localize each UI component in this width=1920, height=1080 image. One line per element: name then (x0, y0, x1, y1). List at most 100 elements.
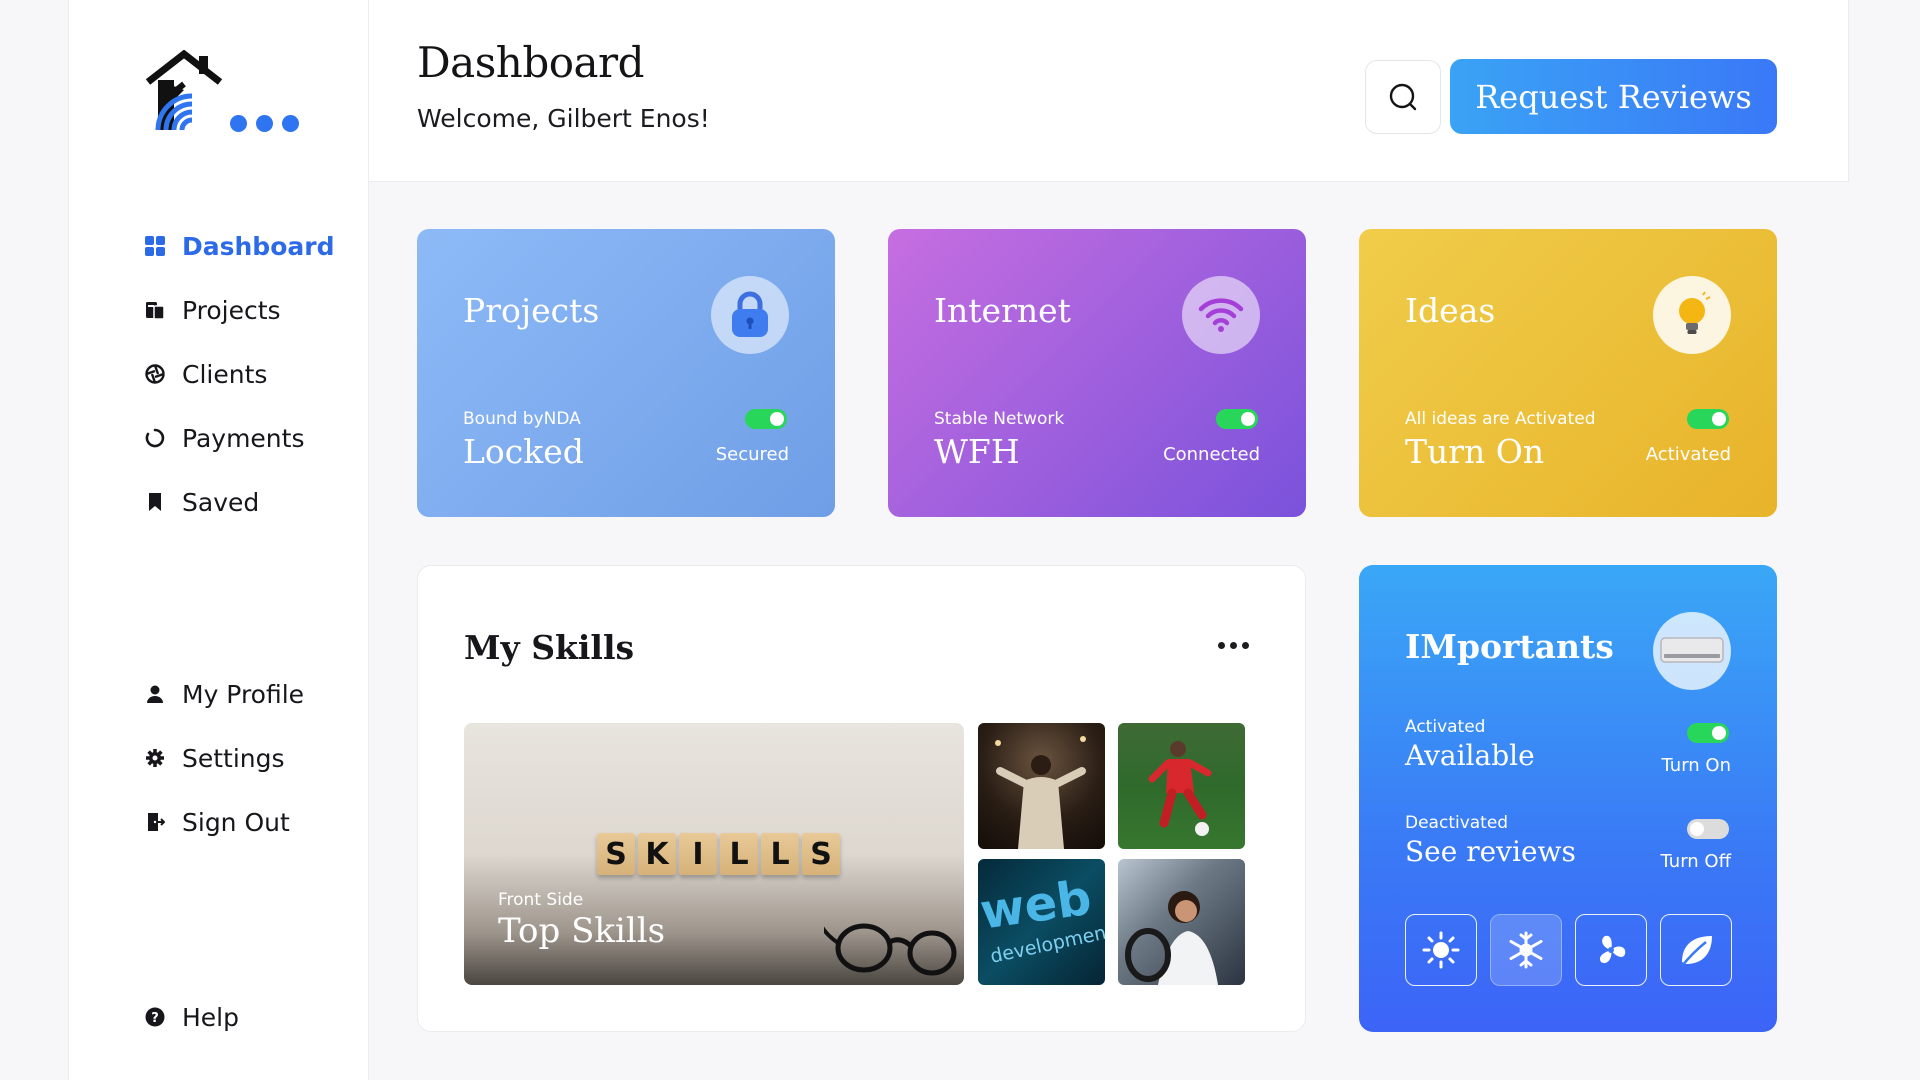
speaker-figure-icon (995, 736, 1086, 849)
lightbulb-icon (1653, 276, 1731, 354)
row-status: Turn Off (1660, 851, 1731, 872)
search-icon (1389, 83, 1417, 111)
fan-icon (1599, 935, 1626, 964)
circle-progress-icon (144, 427, 166, 449)
thumbnail-driver[interactable] (1118, 859, 1245, 985)
page-title: Dashboard (417, 38, 645, 87)
grid-icon (144, 235, 166, 257)
thumbnail-web-development[interactable]: web development (978, 859, 1105, 985)
row-value: Available (1405, 739, 1535, 772)
svg-text:?: ? (151, 1011, 159, 1026)
mode-buttons (1405, 914, 1732, 986)
skills-tiles: S K I L L S (597, 833, 840, 875)
letter-tile: L (720, 833, 758, 875)
row-subtitle: Activated (1405, 717, 1486, 737)
bookmark-icon (144, 491, 166, 513)
snowflake-mode-button[interactable] (1490, 914, 1562, 986)
card-value: Locked (463, 432, 584, 471)
card-status: Secured (715, 444, 789, 465)
reviews-toggle[interactable] (1687, 819, 1729, 839)
card-value: WFH (934, 432, 1020, 471)
card-status: Activated (1645, 444, 1731, 465)
internet-card[interactable]: Internet Stable Network WFH Connected (888, 229, 1306, 517)
letter-tile: S (802, 833, 840, 875)
logo-dots (230, 115, 299, 132)
card-title: Internet (934, 291, 1071, 330)
thumbnail-soccer[interactable] (1118, 723, 1245, 849)
snowflake-icon (1509, 931, 1543, 969)
sidebar-item-dashboard[interactable]: Dashboard (144, 214, 334, 278)
request-reviews-button[interactable]: Request Reviews (1450, 59, 1777, 134)
row-subtitle: Deactivated (1405, 813, 1509, 833)
importants-title: IMportants (1405, 627, 1614, 666)
folder-icon (144, 299, 166, 321)
sun-icon (1422, 931, 1460, 969)
soccer-player-icon (1148, 741, 1212, 836)
card-subtitle: All ideas are Activated (1405, 409, 1596, 429)
sidebar-item-label: Sign Out (182, 807, 290, 837)
card-subtitle: Stable Network (934, 409, 1065, 429)
dot-icon (1242, 642, 1249, 649)
help-nav: ? Help (144, 985, 239, 1049)
sun-mode-button[interactable] (1405, 914, 1477, 986)
driver-figure-icon (1125, 891, 1218, 985)
skills-title: My Skills (464, 628, 635, 667)
header: Dashboard Welcome, Gilbert Enos! Request… (369, 0, 1849, 182)
dot-icon (1230, 642, 1237, 649)
sidebar-item-label: Saved (182, 487, 260, 517)
leaf-icon (1681, 936, 1712, 967)
gear-icon (144, 747, 166, 769)
thumbnail-speaker[interactable] (978, 723, 1105, 849)
my-skills-panel: My Skills S K I L L S Front Side Top Ski… (417, 565, 1306, 1032)
internet-toggle[interactable] (1216, 409, 1258, 429)
projects-card[interactable]: Projects Bound byNDA Locked Secured (417, 229, 835, 517)
sidebar-item-label: Settings (182, 743, 285, 773)
sidebar-item-label: Projects (182, 295, 281, 325)
row-value: See reviews (1405, 835, 1576, 868)
available-toggle[interactable] (1687, 723, 1729, 743)
aperture-icon (144, 363, 166, 385)
sidebar-item-payments[interactable]: Payments (144, 406, 334, 470)
home-wifi-logo-icon (145, 49, 223, 131)
row-status: Turn On (1661, 755, 1731, 776)
main-nav: Dashboard Projects Clients Payments Save… (144, 214, 334, 534)
logo (144, 49, 344, 140)
glasses-icon (824, 923, 957, 976)
projects-toggle[interactable] (745, 409, 787, 429)
sidebar-item-settings[interactable]: Settings (144, 726, 304, 790)
search-button[interactable] (1365, 60, 1441, 134)
sidebar-item-clients[interactable]: Clients (144, 342, 334, 406)
letter-tile: L (761, 833, 799, 875)
lock-icon (711, 276, 789, 354)
leaf-mode-button[interactable] (1660, 914, 1732, 986)
importants-panel: IMportants Activated Available Turn On D… (1359, 565, 1777, 1032)
sidebar-item-projects[interactable]: Projects (144, 278, 334, 342)
sidebar-item-label: My Profile (182, 679, 305, 709)
ideas-card[interactable]: Ideas All ideas are Activated Turn On Ac… (1359, 229, 1777, 517)
sidebar-item-label: Help (182, 1002, 239, 1032)
card-status: Connected (1163, 444, 1260, 465)
letter-tile: S (597, 833, 635, 875)
sidebar-item-saved[interactable]: Saved (144, 470, 334, 534)
fan-mode-button[interactable] (1575, 914, 1647, 986)
web-development-text-graphic: web development (978, 870, 1105, 968)
sidebar-item-sign-out[interactable]: Sign Out (144, 790, 304, 854)
sidebar: Dashboard Projects Clients Payments Save… (68, 0, 369, 1080)
welcome-message: Welcome, Gilbert Enos! (417, 104, 710, 133)
top-skills-image[interactable]: S K I L L S Front Side Top Skills (464, 723, 964, 985)
sidebar-item-my-profile[interactable]: My Profile (144, 662, 304, 726)
sidebar-item-label: Dashboard (182, 231, 335, 261)
user-icon (144, 683, 166, 705)
dot-icon (1218, 642, 1225, 649)
more-options-button[interactable] (1218, 642, 1249, 649)
card-title: Ideas (1405, 291, 1496, 330)
ideas-toggle[interactable] (1687, 409, 1729, 429)
user-nav: My Profile Settings Sign Out (144, 662, 304, 854)
sidebar-item-help[interactable]: ? Help (144, 985, 239, 1049)
letter-tile: K (638, 833, 676, 875)
card-value: Turn On (1405, 432, 1545, 471)
card-subtitle: Bound byNDA (463, 409, 581, 429)
air-conditioner-icon (1653, 612, 1731, 690)
skills-image-title: Top Skills (498, 911, 666, 951)
wifi-icon (1182, 276, 1260, 354)
